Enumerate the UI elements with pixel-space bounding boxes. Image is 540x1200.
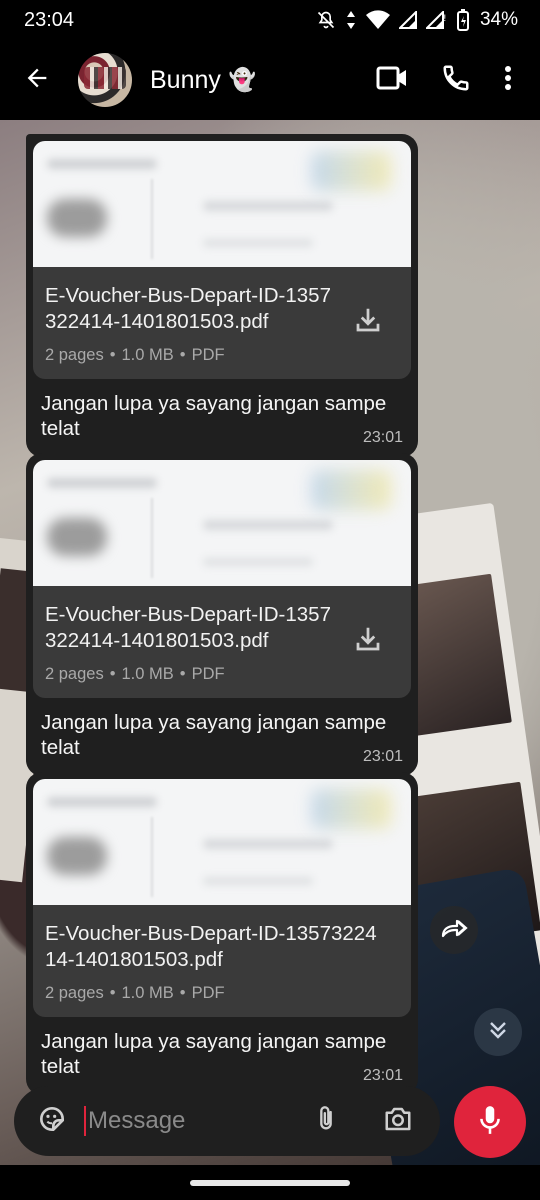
phone-call-button[interactable] <box>424 50 488 110</box>
message-time: 23:01 <box>362 748 403 765</box>
document-preview[interactable] <box>33 460 411 586</box>
system-nav-bar <box>0 1165 540 1200</box>
arrow-back-icon <box>23 64 51 97</box>
document-attachment[interactable]: E-Voucher-Bus-Depart-ID-1357322414-14018… <box>33 905 411 1017</box>
file-size: 1.0 MB <box>121 346 174 364</box>
download-icon <box>353 305 383 340</box>
download-button[interactable] <box>351 305 385 339</box>
phone-icon <box>441 63 471 98</box>
file-size: 1.0 MB <box>121 665 174 683</box>
scroll-to-bottom-button[interactable] <box>474 1008 522 1056</box>
download-button[interactable] <box>351 624 385 658</box>
message-bubble[interactable]: E-Voucher-Bus-Depart-ID-1357322414-14018… <box>26 453 418 776</box>
document-attachment[interactable]: E-Voucher-Bus-Depart-ID-1357322414-14018… <box>33 267 411 379</box>
double-chevron-down-icon <box>487 1019 509 1046</box>
contact-name[interactable]: Bunny 👻 <box>150 66 256 95</box>
file-meta: 2 pages • 1.0 MB • PDF <box>45 346 225 364</box>
document-preview[interactable] <box>33 141 411 267</box>
header-actions <box>360 50 540 110</box>
attach-button[interactable] <box>306 1101 346 1141</box>
signal-icon <box>398 11 417 29</box>
message-caption: Jangan lupa ya sayang jangan sampe telat <box>41 1030 387 1078</box>
voice-record-button[interactable] <box>454 1086 526 1158</box>
download-icon <box>353 624 383 659</box>
document-attachment[interactable]: E-Voucher-Bus-Depart-ID-1357322414-14018… <box>33 586 411 698</box>
file-type: PDF <box>191 984 225 1002</box>
battery-percent: 34% <box>479 9 518 30</box>
ghost-emoji: 👻 <box>228 67 257 92</box>
message-caption: Jangan lupa ya sayang jangan sampe telat <box>41 392 387 440</box>
sticker-button[interactable] <box>32 1101 72 1141</box>
battery-icon <box>456 9 469 31</box>
svg-text:!: ! <box>443 14 447 24</box>
status-time: 23:04 <box>24 8 75 31</box>
video-call-button[interactable] <box>360 50 424 110</box>
message-caption: Jangan lupa ya sayang jangan sampe telat <box>41 711 387 759</box>
data-arrows-icon <box>345 10 357 30</box>
file-size: 1.0 MB <box>121 984 174 1002</box>
file-pages: 2 pages <box>45 346 104 364</box>
camera-icon <box>382 1104 414 1139</box>
file-meta: 2 pages • 1.0 MB • PDF <box>45 984 225 1002</box>
file-type: PDF <box>191 346 225 364</box>
message-caption-row: Jangan lupa ya sayang jangan sampe telat… <box>33 1017 411 1087</box>
message-time: 23:01 <box>362 429 403 446</box>
paperclip-icon <box>312 1103 340 1140</box>
document-preview[interactable] <box>33 779 411 905</box>
message-time: 23:01 <box>362 1067 403 1084</box>
status-icons: ! 34% <box>316 9 518 31</box>
file-pages: 2 pages <box>45 665 104 683</box>
mute-icon <box>316 10 336 30</box>
chat-header: Bunny 👻 <box>0 40 540 120</box>
more-vert-icon <box>504 65 512 96</box>
message-composer <box>14 1086 440 1156</box>
camera-button[interactable] <box>378 1101 418 1141</box>
file-type: PDF <box>191 665 225 683</box>
file-name: E-Voucher-Bus-Depart-ID-1357322414-14018… <box>45 284 331 333</box>
avatar[interactable] <box>78 53 132 107</box>
sticker-icon <box>36 1103 68 1140</box>
file-pages: 2 pages <box>45 984 104 1002</box>
message-bubble[interactable]: E-Voucher-Bus-Depart-ID-1357322414-14018… <box>26 772 418 1095</box>
forward-button[interactable] <box>430 906 478 954</box>
message-caption-row: Jangan lupa ya sayang jangan sampe telat… <box>33 698 411 768</box>
home-indicator[interactable] <box>190 1180 350 1186</box>
file-name: E-Voucher-Bus-Depart-ID-1357322414-14018… <box>45 922 377 971</box>
forward-icon <box>439 916 469 945</box>
message-input[interactable] <box>88 1107 288 1135</box>
wifi-icon <box>365 10 390 30</box>
signal-icon-2: ! <box>425 11 448 29</box>
video-call-icon <box>376 65 408 96</box>
file-meta: 2 pages • 1.0 MB • PDF <box>45 665 225 683</box>
message-caption-row: Jangan lupa ya sayang jangan sampe telat… <box>33 379 411 449</box>
file-name: E-Voucher-Bus-Depart-ID-1357322414-14018… <box>45 603 331 652</box>
message-bubble[interactable]: E-Voucher-Bus-Depart-ID-1357322414-14018… <box>26 134 418 457</box>
back-button[interactable] <box>12 55 62 105</box>
chat-area[interactable]: E-Voucher-Bus-Depart-ID-1357322414-14018… <box>0 120 540 1165</box>
mic-icon <box>477 1104 503 1141</box>
more-options-button[interactable] <box>488 50 528 110</box>
contact-name-text: Bunny <box>150 65 221 94</box>
status-bar: 23:04 ! 34% <box>0 0 540 40</box>
text-cursor <box>84 1106 86 1136</box>
